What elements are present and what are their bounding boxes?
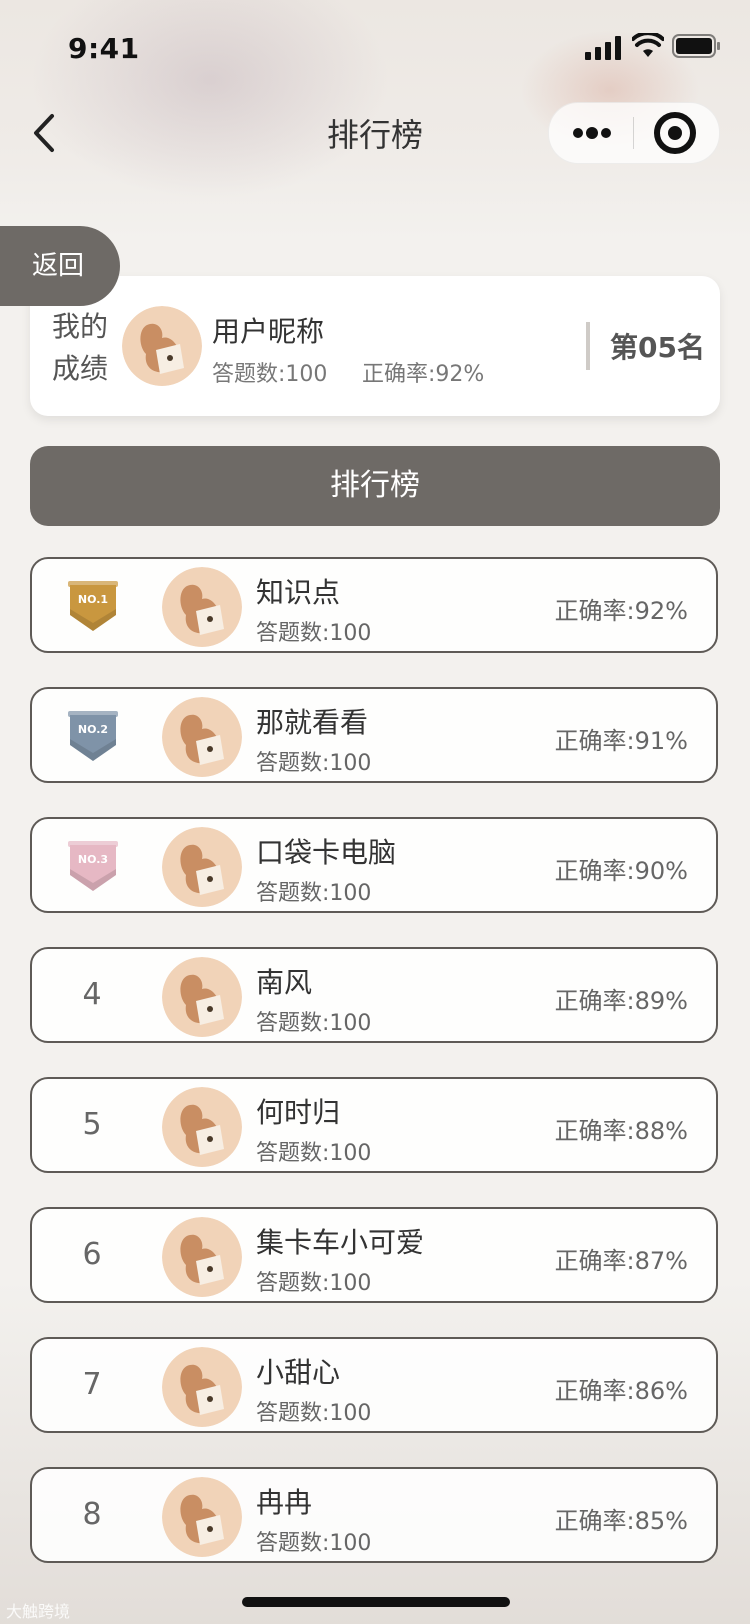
ranking-row[interactable]: 5 何时归答题数:100 正确率:88% bbox=[30, 1077, 718, 1173]
my-accuracy: 正确率:92% bbox=[362, 362, 485, 387]
avatar bbox=[162, 567, 242, 647]
avatar bbox=[162, 1347, 242, 1427]
user-nickname: 冉冉 bbox=[256, 1486, 313, 1519]
rank-medal-icon: NO.1 bbox=[68, 581, 118, 631]
answer-count: 答题数:100 bbox=[256, 1271, 372, 1296]
cloud-pattern-background bbox=[0, 1280, 750, 1624]
miniprogram-capsule bbox=[548, 102, 720, 164]
answer-count: 答题数:100 bbox=[256, 621, 372, 646]
medal-label: NO.1 bbox=[78, 593, 108, 606]
avatar bbox=[162, 697, 242, 777]
accuracy: 正确率:92% bbox=[554, 597, 688, 625]
my-answer-count: 答题数:100 bbox=[212, 362, 328, 387]
rank-medal-icon: NO.2 bbox=[68, 711, 118, 761]
answer-count: 答题数:100 bbox=[256, 881, 372, 906]
ranking-row[interactable]: 7 小甜心答题数:100 正确率:86% bbox=[30, 1337, 718, 1433]
ranking-row[interactable]: NO.1 知识点答题数:100 正确率:92% bbox=[30, 557, 718, 653]
capsule-divider bbox=[633, 117, 634, 149]
accuracy: 正确率:89% bbox=[554, 987, 688, 1015]
ranking-row[interactable]: NO.3 口袋卡电脑答题数:100 正确率:90% bbox=[30, 817, 718, 913]
return-button[interactable]: 返回 bbox=[0, 226, 120, 306]
answer-count: 答题数:100 bbox=[256, 1011, 372, 1036]
my-score-label: 我的 成绩 bbox=[52, 306, 112, 390]
more-options-icon[interactable] bbox=[571, 125, 613, 141]
accuracy: 正确率:88% bbox=[554, 1117, 688, 1145]
my-nickname: 用户昵称 bbox=[212, 315, 325, 348]
my-score-label-line2: 成绩 bbox=[52, 352, 109, 385]
medal-label: NO.3 bbox=[78, 853, 108, 866]
accuracy: 正确率:90% bbox=[554, 857, 688, 885]
rank-number: 5 bbox=[82, 1107, 102, 1142]
ranking-row[interactable]: 4 南风答题数:100 正确率:89% bbox=[30, 947, 718, 1043]
user-nickname: 小甜心 bbox=[256, 1356, 341, 1389]
avatar bbox=[162, 1217, 242, 1297]
accuracy: 正确率:85% bbox=[554, 1507, 688, 1535]
accuracy: 正确率:86% bbox=[554, 1377, 688, 1405]
ranking-row[interactable]: NO.2 那就看看答题数:100 正确率:91% bbox=[30, 687, 718, 783]
my-rank: 第05名 bbox=[610, 331, 705, 364]
avatar bbox=[122, 306, 202, 386]
accuracy: 正确率:91% bbox=[554, 727, 688, 755]
ranking-row[interactable]: 6 集卡车小可爱答题数:100 正确率:87% bbox=[30, 1207, 718, 1303]
answer-count: 答题数:100 bbox=[256, 1401, 372, 1426]
rank-number: 4 bbox=[82, 977, 102, 1012]
watermark: 大触跨境 bbox=[6, 1602, 71, 1621]
answer-count: 答题数:100 bbox=[256, 751, 372, 776]
rank-medal-icon: NO.3 bbox=[68, 841, 118, 891]
battery-icon bbox=[672, 34, 720, 58]
ranking-row[interactable]: 8 冉冉答题数:100 正确率:85% bbox=[30, 1467, 718, 1563]
accuracy: 正确率:87% bbox=[554, 1247, 688, 1275]
user-nickname: 南风 bbox=[256, 966, 313, 999]
avatar bbox=[162, 1087, 242, 1167]
user-nickname: 集卡车小可爱 bbox=[256, 1226, 425, 1259]
rank-separator bbox=[586, 322, 590, 370]
avatar bbox=[162, 827, 242, 907]
cellular-signal-icon bbox=[585, 36, 621, 60]
user-nickname: 那就看看 bbox=[256, 706, 369, 739]
user-nickname: 口袋卡电脑 bbox=[256, 836, 397, 869]
ranking-header-bar: 排行榜 bbox=[30, 446, 720, 526]
medal-label: NO.2 bbox=[78, 723, 108, 736]
status-bar: 9:41 bbox=[0, 0, 750, 90]
avatar bbox=[162, 1477, 242, 1557]
rank-number: 8 bbox=[82, 1497, 102, 1532]
wifi-icon bbox=[632, 33, 664, 57]
home-indicator bbox=[242, 1597, 510, 1607]
answer-count: 答题数:100 bbox=[256, 1141, 372, 1166]
close-miniprogram-icon[interactable] bbox=[653, 111, 697, 155]
user-nickname: 知识点 bbox=[256, 576, 341, 609]
avatar bbox=[162, 957, 242, 1037]
my-score-label-line1: 我的 bbox=[52, 310, 109, 343]
answer-count: 答题数:100 bbox=[256, 1531, 372, 1556]
status-time: 9:41 bbox=[68, 32, 140, 65]
user-nickname: 何时归 bbox=[256, 1096, 341, 1129]
my-score-card: 我的 成绩 用户昵称 答题数:100 正确率:92% 第05名 bbox=[30, 276, 720, 416]
rank-number: 6 bbox=[82, 1237, 102, 1272]
rank-number: 7 bbox=[82, 1367, 102, 1402]
